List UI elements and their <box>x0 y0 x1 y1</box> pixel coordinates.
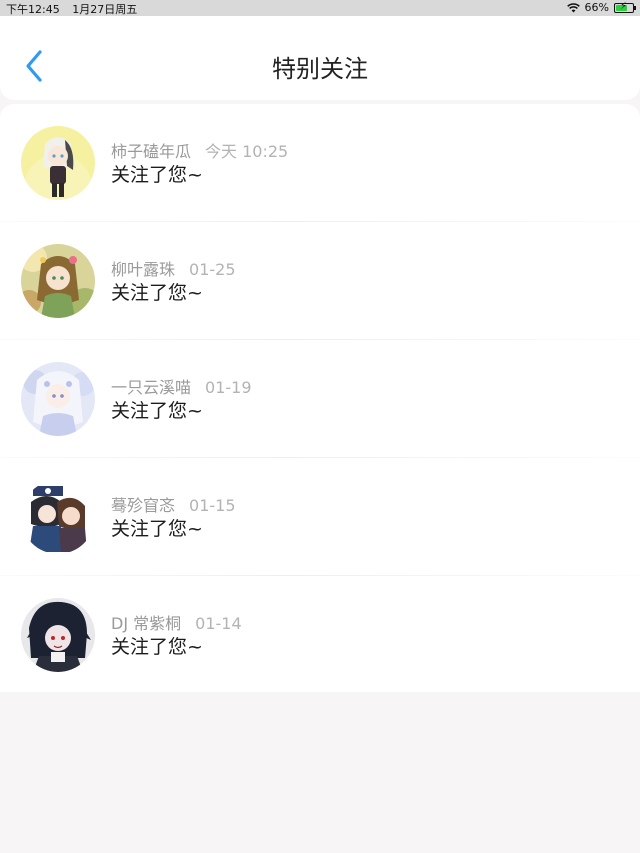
user-name: 蓦殄窅忞 <box>111 496 176 515</box>
list-item[interactable]: 柿子磕年瓜 今天 10:25 关注了您~ <box>0 104 640 222</box>
avatar <box>21 480 95 554</box>
status-time: 下午12:45 <box>6 3 60 16</box>
user-name: 柿子磕年瓜 <box>111 142 192 161</box>
item-time: 今天 10:25 <box>205 142 289 161</box>
user-name: 一只云溪喵 <box>111 378 192 397</box>
avatar <box>21 598 95 672</box>
item-message: 关注了您~ <box>111 400 203 422</box>
status-right: 66% ⚡ <box>566 0 636 14</box>
avatar <box>21 126 95 200</box>
item-message: 关注了您~ <box>111 282 203 304</box>
item-time: 01-19 <box>205 378 252 397</box>
avatar <box>21 244 95 318</box>
item-name-line: 柳叶露珠 01-25 <box>111 256 236 280</box>
list-item[interactable]: DJ 常紫桐 01-14 关注了您~ <box>0 576 640 694</box>
wifi-icon <box>566 2 580 13</box>
list-item[interactable]: 柳叶露珠 01-25 关注了您~ <box>0 222 640 340</box>
list-item[interactable]: 蓦殄窅忞 01-15 关注了您~ <box>0 458 640 576</box>
avatar <box>21 362 95 436</box>
item-name-line: 蓦殄窅忞 01-15 <box>111 492 236 516</box>
item-name-line: DJ 常紫桐 01-14 <box>111 610 242 634</box>
item-time: 01-15 <box>189 496 236 515</box>
item-time: 01-25 <box>189 260 236 279</box>
page-title: 特别关注 <box>272 55 368 83</box>
item-message: 关注了您~ <box>111 164 203 186</box>
charging-bolt-icon: ⚡ <box>620 0 628 12</box>
battery-percent: 66% <box>584 1 609 14</box>
item-message: 关注了您~ <box>111 518 203 540</box>
status-date: 1月27日周五 <box>72 3 138 16</box>
special-follow-list: 柿子磕年瓜 今天 10:25 关注了您~ 柳叶露珠 01-25 关注了您~ 一只… <box>0 104 640 692</box>
item-name-line: 柿子磕年瓜 今天 10:25 <box>111 138 288 162</box>
user-name: DJ 常紫桐 <box>111 614 182 633</box>
user-name: 柳叶露珠 <box>111 260 176 279</box>
item-message: 关注了您~ <box>111 636 203 658</box>
nav-bar: 特别关注 <box>0 16 640 100</box>
status-bar: 下午12:45 1月27日周五 66% ⚡ <box>0 0 640 16</box>
item-name-line: 一只云溪喵 01-19 <box>111 374 252 398</box>
status-left: 下午12:45 1月27日周五 <box>6 1 146 17</box>
list-item[interactable]: 一只云溪喵 01-19 关注了您~ <box>0 340 640 458</box>
item-time: 01-14 <box>195 614 242 633</box>
battery-icon: ⚡ <box>614 0 636 13</box>
